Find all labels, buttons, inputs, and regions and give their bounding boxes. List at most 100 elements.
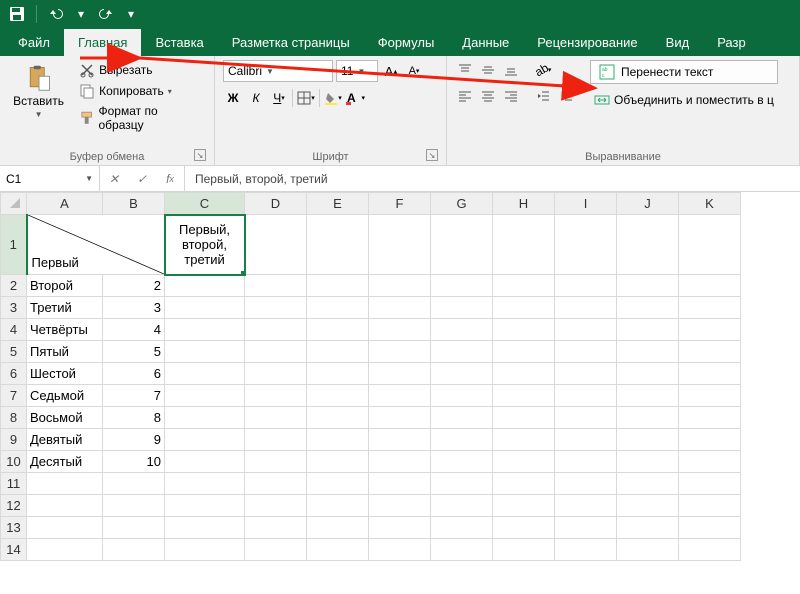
font-dialog-launcher-icon[interactable]: ↘ [426,149,438,161]
tab-file[interactable]: Файл [4,29,64,56]
cell-C1[interactable]: Первый, второй, третий [165,215,245,275]
save-icon[interactable] [6,3,28,25]
align-right-icon[interactable] [501,86,521,106]
col-header-D[interactable]: D [245,193,307,215]
cut-button[interactable]: Вырезать [75,60,206,80]
align-center-icon[interactable] [478,86,498,106]
row-header-14[interactable]: 14 [1,539,27,561]
row-header-3[interactable]: 3 [1,297,27,319]
cell-B7[interactable]: 7 [103,385,165,407]
formula-text: Первый, второй, третий [195,172,328,186]
col-header-G[interactable]: G [431,193,493,215]
col-header-H[interactable]: H [493,193,555,215]
tab-data[interactable]: Данные [448,29,523,56]
cell-B6[interactable]: 6 [103,363,165,385]
cell-A8[interactable]: Восьмой [27,407,103,429]
merge-label: Объединить и поместить в ц [614,93,774,107]
increase-indent-icon[interactable] [556,86,576,106]
row-header-7[interactable]: 7 [1,385,27,407]
cut-label: Вырезать [99,63,152,77]
cell-B3[interactable]: 3 [103,297,165,319]
cell-A2[interactable]: Второй [27,275,103,297]
name-box[interactable]: C1▼ [0,166,100,191]
cell-B2[interactable]: 2 [103,275,165,297]
cell-A10[interactable]: Десятый [27,451,103,473]
row-header-13[interactable]: 13 [1,517,27,539]
cell-B4[interactable]: 4 [103,319,165,341]
font-size-value: 11 [341,64,353,78]
decrease-indent-icon[interactable] [533,86,553,106]
underline-button[interactable]: Ч▾ [269,88,289,108]
insert-function-icon[interactable]: fx [156,172,184,186]
wrap-text-button[interactable]: abc Перенести текст [590,60,778,84]
italic-button[interactable]: К [246,88,266,108]
worksheet-grid[interactable]: A B C D E F G H I J K 1 Первый Первый, в… [0,192,741,561]
tab-view[interactable]: Вид [652,29,704,56]
tab-insert[interactable]: Вставка [141,29,217,56]
redo-icon[interactable] [95,3,117,25]
paste-button[interactable]: Вставить ▼ [8,60,69,123]
cell-A3[interactable]: Третий [27,297,103,319]
enter-formula-icon[interactable]: ✓ [128,172,156,186]
col-header-I[interactable]: I [555,193,617,215]
cell-A4[interactable]: Четвёрты [27,319,103,341]
col-header-C[interactable]: C [165,193,245,215]
col-header-F[interactable]: F [369,193,431,215]
row-header-6[interactable]: 6 [1,363,27,385]
qat-customize-icon[interactable]: ▾ [125,3,137,25]
row-header-10[interactable]: 10 [1,451,27,473]
fill-color-button[interactable]: ▾ [323,88,343,108]
tab-review[interactable]: Рецензирование [523,29,651,56]
formula-bar[interactable]: Первый, второй, третий [185,166,800,191]
cell-A1-label: Первый [32,255,79,270]
cancel-formula-icon[interactable]: ✕ [100,172,128,186]
decrease-font-icon[interactable]: A▾ [404,61,424,81]
tab-home[interactable]: Главная [64,29,141,56]
cell-A9[interactable]: Девятый [27,429,103,451]
cell-A7[interactable]: Седьмой [27,385,103,407]
align-middle-icon[interactable] [478,60,498,80]
quick-access-toolbar: ▾ ▾ [0,0,800,28]
tab-developer[interactable]: Разр [703,29,760,56]
row-header-5[interactable]: 5 [1,341,27,363]
select-all-corner[interactable] [1,193,27,215]
col-header-A[interactable]: A [27,193,103,215]
undo-dropdown-icon[interactable]: ▾ [75,3,87,25]
col-header-B[interactable]: B [103,193,165,215]
copy-button[interactable]: Копировать ▾ [75,81,206,101]
cell-B9[interactable]: 9 [103,429,165,451]
font-color-button[interactable]: A▾ [346,88,366,108]
row-header-1[interactable]: 1 [1,215,27,275]
undo-icon[interactable] [45,3,67,25]
align-left-icon[interactable] [455,86,475,106]
row-header-8[interactable]: 8 [1,407,27,429]
cell-B5[interactable]: 5 [103,341,165,363]
font-size-dropdown[interactable]: 11▼ [336,60,378,82]
clipboard-dialog-launcher-icon[interactable]: ↘ [194,149,206,161]
svg-text:c: c [602,73,605,79]
row-header-4[interactable]: 4 [1,319,27,341]
col-header-E[interactable]: E [307,193,369,215]
cell-A1[interactable]: Первый [27,215,165,275]
row-header-11[interactable]: 11 [1,473,27,495]
orientation-button[interactable]: ab▾ [533,60,553,80]
row-header-9[interactable]: 9 [1,429,27,451]
merge-center-button[interactable]: Объединить и поместить в ц [590,90,778,110]
cell-B10[interactable]: 10 [103,451,165,473]
cell-B8[interactable]: 8 [103,407,165,429]
tab-page-layout[interactable]: Разметка страницы [218,29,364,56]
borders-button[interactable]: ▾ [296,88,316,108]
align-bottom-icon[interactable] [501,60,521,80]
align-top-icon[interactable] [455,60,475,80]
increase-font-icon[interactable]: A▴ [381,61,401,81]
bold-button[interactable]: Ж [223,88,243,108]
tab-formulas[interactable]: Формулы [364,29,449,56]
cell-A6[interactable]: Шестой [27,363,103,385]
format-painter-button[interactable]: Формат по образцу [75,102,206,134]
font-name-dropdown[interactable]: Calibri▼ [223,60,333,82]
row-header-12[interactable]: 12 [1,495,27,517]
col-header-J[interactable]: J [617,193,679,215]
row-header-2[interactable]: 2 [1,275,27,297]
cell-A5[interactable]: Пятый [27,341,103,363]
col-header-K[interactable]: K [679,193,741,215]
